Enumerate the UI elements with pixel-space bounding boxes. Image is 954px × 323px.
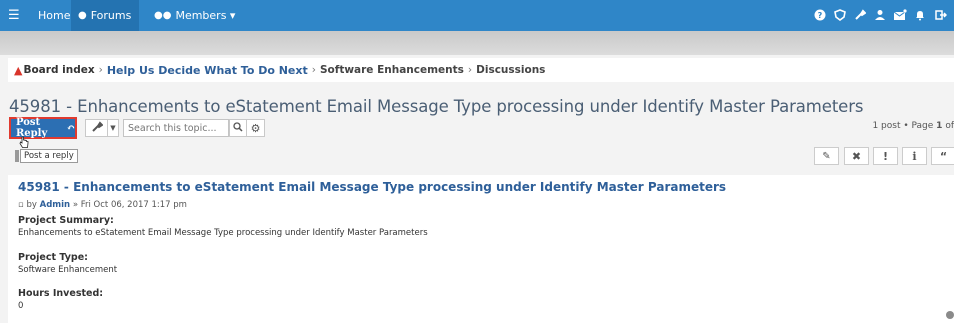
field-label: Project Summary: bbox=[18, 215, 114, 226]
search-input[interactable] bbox=[123, 119, 229, 137]
breadcrumb-discussions[interactable]: Discussions bbox=[476, 64, 545, 76]
svg-text:?: ? bbox=[818, 11, 823, 20]
logout-icon[interactable] bbox=[934, 8, 948, 22]
delete-button[interactable]: ✖ bbox=[844, 147, 869, 165]
advanced-search-button[interactable]: ⚙ bbox=[247, 119, 265, 137]
tooltip: Post a reply bbox=[20, 149, 78, 163]
pagination: 1 post • Page 1 of bbox=[872, 121, 954, 131]
breadcrumb-separator: › bbox=[467, 64, 473, 76]
nav-home[interactable]: Home bbox=[32, 0, 76, 31]
post-meta: ▫ by Admin » Fri Oct 06, 2017 1:17 pm bbox=[18, 200, 187, 210]
top-navbar: ☰ Home ● Forums ●● Members ▾ ? bbox=[0, 0, 954, 31]
wrench-icon bbox=[91, 120, 104, 136]
field-label: Project Type: bbox=[18, 252, 88, 263]
nav-members[interactable]: ●● Members ▾ bbox=[150, 0, 239, 31]
back-to-top-button[interactable] bbox=[946, 311, 954, 319]
pagination-suffix: of bbox=[945, 121, 954, 131]
page-title: 45981 - Enhancements to eStatement Email… bbox=[9, 97, 864, 116]
topic-tools-button[interactable] bbox=[85, 119, 108, 137]
close-icon: ✖ bbox=[851, 149, 862, 163]
edit-button[interactable]: ✎ bbox=[814, 147, 839, 165]
envelope-icon[interactable] bbox=[893, 8, 907, 22]
pencil-icon: ✎ bbox=[822, 150, 831, 162]
header-band bbox=[0, 31, 954, 55]
nav-home-label: Home bbox=[38, 9, 71, 22]
field-value: Enhancements to eStatement Email Message… bbox=[18, 228, 428, 238]
breadcrumb-board-index[interactable]: Board index bbox=[23, 64, 94, 76]
chevron-down-icon: ▼ bbox=[110, 124, 116, 132]
page-body: ▲ Board index › Help Us Decide What To D… bbox=[0, 55, 954, 323]
breadcrumb-enhancements[interactable]: Software Enhancements bbox=[320, 64, 464, 76]
help-circle-icon[interactable]: ? bbox=[813, 8, 827, 22]
menu-icon: ☰ bbox=[8, 8, 20, 23]
breadcrumb-help[interactable]: Help Us Decide What To Do Next bbox=[107, 64, 308, 77]
user-icon[interactable] bbox=[873, 8, 887, 22]
nav-forums[interactable]: ● Forums bbox=[71, 0, 140, 31]
pagination-prefix: 1 post • Page bbox=[872, 121, 934, 131]
shield-icon[interactable] bbox=[833, 8, 847, 22]
field-value: Software Enhancement bbox=[18, 265, 118, 275]
report-button[interactable]: ! bbox=[873, 147, 898, 165]
search-icon bbox=[233, 121, 243, 135]
nav-members-label: Members ▾ bbox=[175, 9, 236, 22]
reply-arrow-icon: ↶ bbox=[66, 122, 75, 134]
post: 45981 - Enhancements to eStatement Email… bbox=[8, 175, 954, 323]
post-author[interactable]: Admin bbox=[40, 200, 71, 210]
exclamation-icon: ! bbox=[882, 149, 889, 163]
gear-icon: ⚙ bbox=[250, 121, 261, 135]
breadcrumb: ▲ Board index › Help Us Decide What To D… bbox=[8, 58, 954, 82]
post-icon: ▫ bbox=[18, 200, 24, 210]
post-date: » Fri Oct 06, 2017 1:17 pm bbox=[72, 200, 187, 210]
pagination-current: 1 bbox=[936, 121, 943, 131]
post-title[interactable]: 45981 - Enhancements to eStatement Email… bbox=[18, 180, 726, 194]
breadcrumb-separator: › bbox=[98, 64, 103, 76]
breadcrumb-separator: › bbox=[311, 64, 316, 76]
quote-icon: “ bbox=[939, 149, 948, 163]
topic-tools-dropdown[interactable]: ▼ bbox=[108, 119, 119, 137]
chat-bubble-icon: ● bbox=[78, 10, 87, 21]
menu-button[interactable]: ☰ bbox=[8, 0, 24, 31]
users-icon: ●● bbox=[154, 10, 172, 21]
tooltip-pointer bbox=[15, 150, 19, 162]
post-meta-prefix: by bbox=[26, 200, 37, 210]
wrench-icon[interactable] bbox=[853, 8, 867, 22]
field-label: Hours Invested: bbox=[18, 288, 104, 299]
nav-forums-label: Forums bbox=[90, 9, 132, 22]
quote-button[interactable]: “ bbox=[931, 147, 954, 165]
cursor-hand-icon bbox=[19, 134, 29, 148]
info-icon: i bbox=[912, 149, 917, 163]
bell-icon[interactable] bbox=[913, 8, 927, 22]
home-icon: ▲ bbox=[14, 63, 23, 77]
search-button[interactable] bbox=[229, 119, 247, 137]
field-value: 0 bbox=[18, 301, 24, 311]
info-button[interactable]: i bbox=[902, 147, 927, 165]
